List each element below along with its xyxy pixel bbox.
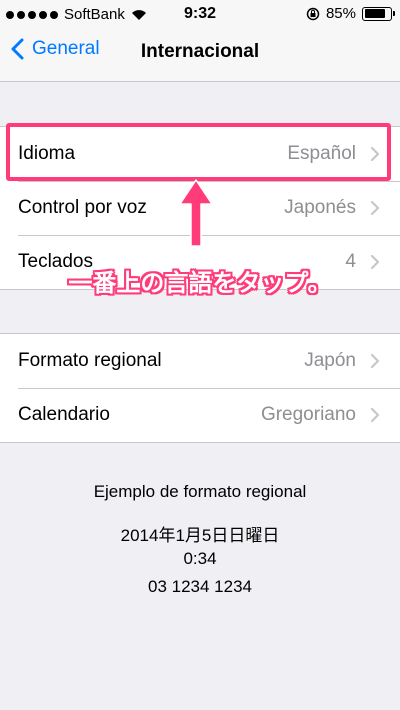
navigation-bar: General Internacional [0,25,400,82]
row-label: Calendario [18,404,110,425]
row-value: Gregoriano [260,404,356,425]
row-label: Idioma [18,143,76,164]
instruction-annotation: 一番上の言語をタップ。 [68,270,332,297]
row-value: Español [287,143,356,164]
page-title: Internacional [140,41,260,62]
rotation-lock-icon [306,7,320,20]
status-right: 85% [306,5,395,22]
example-title: Ejemplo de formato regional [93,482,307,501]
chevron-right-icon [370,200,380,216]
row-value: Japonés [284,197,356,218]
row-label: Control por voz [18,197,147,218]
row-value: Japón [304,350,356,371]
example-time: 0:34 [183,549,217,568]
chevron-right-icon [370,407,380,423]
arrow-up-icon [179,179,213,247]
settings-group-format: Formato regional Japón Calendario Gregor… [0,333,400,443]
row-formato-regional[interactable]: Formato regional Japón [0,334,400,388]
battery-icon [362,6,395,21]
battery-fill [364,9,385,18]
example-phone: 03 1234 1234 [148,577,252,596]
chevron-right-icon [370,146,380,162]
row-label: Formato regional [18,350,162,371]
row-idioma[interactable]: Idioma Español [0,127,400,181]
chevron-right-icon [370,353,380,369]
example-date: 2014年1月5日日曜日 [120,526,280,545]
row-calendario[interactable]: Calendario Gregoriano [0,388,400,442]
battery-percent: 85% [325,5,356,22]
